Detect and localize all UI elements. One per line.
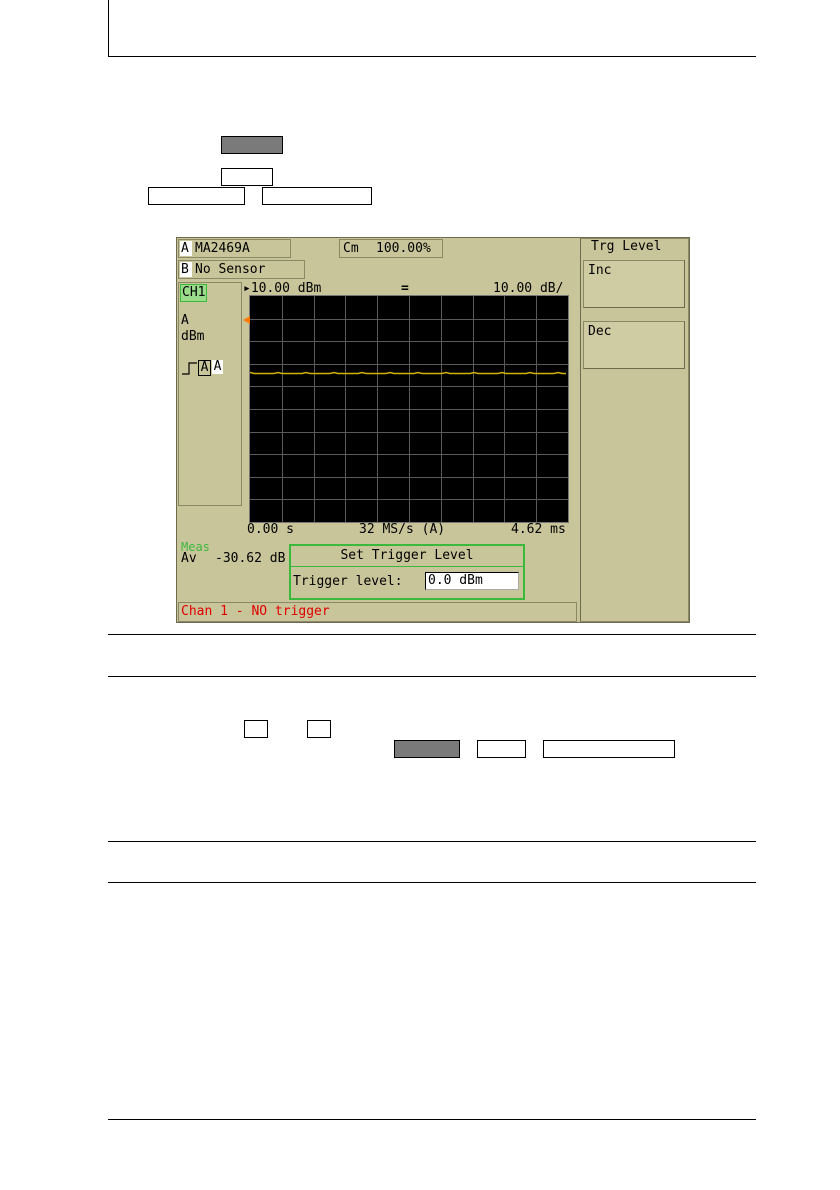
soft-key [262,187,372,205]
dialog-title: Set Trigger Level [291,546,523,567]
header-rule [108,56,756,57]
instrument-screen: A MA2469A Cm 100.00% B No Sensor CH1 A d… [176,237,690,623]
power-trace [250,371,566,375]
trigger-source-a: A [198,360,211,376]
margin-line [108,0,109,56]
inc-label: Inc [588,263,612,278]
sensor-b-status: No Sensor [195,262,266,277]
time-end: 4.62 ms [511,522,566,537]
unit-label: dBm [181,329,205,344]
meas-type: Av [181,551,197,566]
meas-value: -30.62 dB [215,551,286,566]
hard-key [221,168,273,186]
channel-label: CH1 [180,284,208,302]
time-start: 0.00 s [247,522,294,537]
cal-factor-value: 100.00% [376,241,431,256]
key-box [307,720,331,738]
trigger-level-label: Trigger level: [293,574,403,589]
set-trigger-level-dialog: Set Trigger Level Trigger level: 0.0 dBm [289,544,525,600]
trace-graph[interactable] [249,295,569,523]
cal-factor-label: Cm [343,241,359,256]
hard-key-dark [394,740,460,758]
key-box [244,720,268,738]
trigger-level-input[interactable]: 0.0 dBm [425,572,519,590]
rule [108,882,756,883]
cal-factor: Cm 100.00% [339,239,443,258]
rule [108,634,756,635]
sensor-b-letter: B [181,262,189,277]
rule [108,841,756,842]
sensor-a-letter: A [181,241,189,256]
trigger-level-marker-icon [243,314,253,324]
status-message: Chan 1 - NO trigger [181,604,330,619]
rule [108,676,756,677]
sensor-a-model: MA2469A [195,241,250,256]
channel-panel: CH1 A dBm A A [178,282,242,506]
soft-key [543,740,675,758]
hard-key [477,740,526,758]
dec-softkey[interactable]: Dec [583,321,685,369]
sensor-b-info: B No Sensor [178,260,305,279]
trigger-edge-icon [182,361,198,375]
soft-key [148,187,245,205]
trigger-source-a-selected: A [212,359,223,374]
sensor-label: A [181,313,189,328]
sensor-a-info: A MA2469A [178,239,291,258]
status-bar: Chan 1 - NO trigger [178,602,577,622]
menu-title: Trg Level [591,239,662,254]
inc-softkey[interactable]: Inc [583,260,685,308]
footer-rule [108,1119,756,1120]
dec-label: Dec [588,324,612,339]
sample-rate: 32 MS/s (A) [359,522,446,537]
hard-key-dark [221,136,283,154]
